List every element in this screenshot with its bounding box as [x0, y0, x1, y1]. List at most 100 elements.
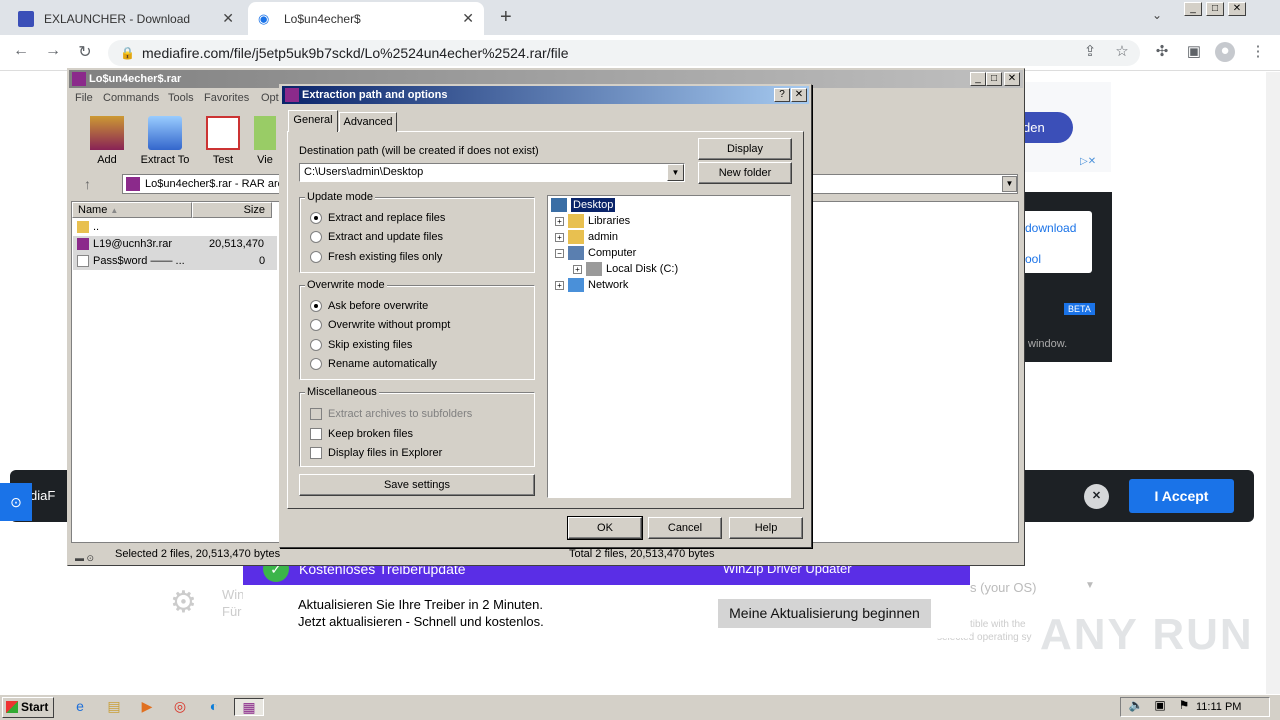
view-button[interactable]: Vie [250, 116, 280, 166]
close-icon[interactable]: ✕ [1228, 2, 1246, 16]
tree-item-desktop[interactable]: Desktop [551, 198, 616, 212]
profile-avatar-icon[interactable]: ● [1215, 42, 1235, 62]
start-button[interactable]: Start [2, 697, 54, 718]
close-tab-icon[interactable]: ✕ [462, 10, 474, 27]
test-icon [206, 116, 240, 150]
winrar-close-icon[interactable]: ✕ [1004, 72, 1020, 86]
radio-extract-replace[interactable]: Extract and replace files [310, 211, 445, 225]
dialog-close-icon[interactable]: ✕ [791, 88, 807, 102]
explorer-icon[interactable]: ▤ [104, 698, 124, 716]
test-button[interactable]: Test [193, 116, 253, 166]
extract-to-button[interactable]: Extract To [135, 116, 195, 166]
share-icon[interactable]: ⇪ [1080, 42, 1100, 62]
display-button[interactable]: Display [698, 138, 792, 160]
radio-skip-existing[interactable]: Skip existing files [310, 338, 412, 352]
flag-icon[interactable]: ⚑ [1174, 698, 1194, 716]
network-tray-icon[interactable]: ▣ [1150, 698, 1170, 716]
side-panel-icon[interactable]: ▣ [1184, 42, 1204, 62]
new-tab-button[interactable]: + [500, 6, 512, 29]
rar-file-icon [77, 238, 89, 250]
bookmark-star-icon[interactable]: ☆ [1112, 42, 1132, 62]
menu-commands[interactable]: Commands [103, 89, 159, 107]
adchoices-icon[interactable]: ▷✕ [1080, 156, 1110, 170]
radio-overwrite-no-prompt[interactable]: Overwrite without prompt [310, 318, 450, 332]
file-size: 20,513,470 [209, 238, 265, 250]
radio-ask-overwrite[interactable]: Ask before overwrite [310, 299, 428, 313]
up-folder-icon[interactable]: ↑ [84, 176, 91, 192]
back-icon[interactable]: ← [10, 42, 32, 60]
save-settings-button[interactable]: Save settings [299, 474, 535, 496]
accessibility-icon[interactable]: ⊙ [0, 483, 32, 521]
dest-path-input[interactable]: C:\Users\admin\Desktop [299, 163, 685, 182]
option-label: Keep broken files [328, 428, 413, 440]
winrar-minimize-icon[interactable]: _ [970, 72, 986, 86]
cookie-close-icon[interactable]: ✕ [1084, 484, 1109, 509]
path-dropdown-icon[interactable]: ▼ [1002, 176, 1017, 192]
dialog-help-icon[interactable]: ? [774, 88, 790, 102]
tree-item-local-disk[interactable]: + Local Disk (C:) [573, 262, 678, 276]
minimize-icon[interactable]: _ [1184, 2, 1202, 16]
radio-extract-update[interactable]: Extract and update files [310, 230, 443, 244]
check-display-explorer[interactable]: Display files in Explorer [310, 446, 442, 460]
radio-fresh-existing[interactable]: Fresh existing files only [310, 250, 442, 264]
chrome-icon[interactable]: ◎ [170, 698, 190, 716]
option-label: Extract and replace files [328, 212, 446, 224]
tree-item-admin[interactable]: + admin [555, 230, 618, 244]
file-row[interactable]: .. [73, 219, 277, 236]
view-icon [254, 116, 276, 150]
add-button[interactable]: Add [77, 116, 137, 166]
radio-icon [310, 319, 322, 331]
menu-favorites[interactable]: Favorites [204, 89, 249, 107]
new-folder-button[interactable]: New folder [698, 162, 792, 184]
check-keep-broken[interactable]: Keep broken files [310, 427, 413, 441]
tab-search-icon[interactable]: ⌄ [1152, 8, 1162, 22]
dest-dropdown-icon[interactable]: ▼ [667, 164, 684, 181]
file-row[interactable]: Pass$word —— ... 0 [73, 253, 277, 270]
cancel-button[interactable]: Cancel [648, 517, 722, 539]
tree-item-network[interactable]: + Network [555, 278, 628, 292]
radio-icon [310, 251, 322, 263]
clock: 11:11 PM [1196, 701, 1242, 713]
winrar-maximize-icon[interactable]: □ [986, 72, 1002, 86]
extensions-icon[interactable]: ✣ [1152, 42, 1172, 62]
page-scrollbar[interactable] [1266, 72, 1280, 694]
accept-cookies-button[interactable]: I Accept [1129, 479, 1234, 513]
browser-menu-icon[interactable]: ⋮ [1248, 42, 1268, 62]
tab-general[interactable]: General [288, 110, 338, 132]
menu-options[interactable]: Opt [261, 89, 279, 107]
restore-icon[interactable]: □ [1206, 2, 1224, 16]
edge-icon[interactable]: ◐ [204, 698, 224, 716]
tree-item-computer[interactable]: − Computer [555, 246, 636, 260]
download-link[interactable]: download [1025, 221, 1076, 235]
file-row[interactable]: L19@ucnh3r.rar 20,513,470 [73, 236, 277, 253]
tab-advanced[interactable]: Advanced [339, 112, 397, 132]
tab-exlauncher[interactable]: EXLAUNCHER - Download ✕ [8, 2, 244, 35]
close-tab-icon[interactable]: ✕ [222, 10, 234, 27]
update-mode-title: Update mode [305, 191, 376, 203]
media-player-icon[interactable]: ▶ [137, 698, 157, 716]
os-select[interactable]: s (your OS) [970, 580, 1036, 595]
menu-tools[interactable]: Tools [168, 89, 194, 107]
drive-icon: ▬ ⊙ [75, 553, 95, 563]
help-button[interactable]: Help [729, 517, 803, 539]
ie-icon[interactable]: e [70, 698, 90, 716]
volume-icon[interactable]: 🔈 [1126, 698, 1146, 716]
tab-mediafire[interactable]: ◉ Lo$un4echer$ ✕ [248, 2, 484, 35]
tree-item-libraries[interactable]: + Libraries [555, 214, 630, 228]
column-name[interactable]: Name ▲ [72, 202, 192, 218]
expand-icon: + [555, 280, 564, 290]
ok-button[interactable]: OK [567, 516, 643, 540]
tree-label: Desktop [571, 198, 616, 212]
tool-link[interactable]: ool [1025, 252, 1041, 266]
radio-rename-auto[interactable]: Rename automatically [310, 357, 437, 371]
view-label: Vie [257, 154, 273, 166]
forward-icon[interactable]: → [42, 42, 64, 60]
winrar-taskbar-icon[interactable]: ▦ [234, 698, 264, 716]
ad-update-button[interactable]: Meine Aktualisierung beginnen [718, 599, 931, 628]
beta-badge: BETA [1064, 303, 1095, 315]
address-bar[interactable]: 🔒 mediafire.com/file/j5etp5uk9b7sckd/Lo%… [108, 40, 1140, 66]
option-label: Skip existing files [328, 339, 413, 351]
menu-file[interactable]: File [75, 89, 93, 107]
column-size[interactable]: Size [192, 202, 272, 218]
reload-icon[interactable]: ↻ [74, 42, 96, 62]
